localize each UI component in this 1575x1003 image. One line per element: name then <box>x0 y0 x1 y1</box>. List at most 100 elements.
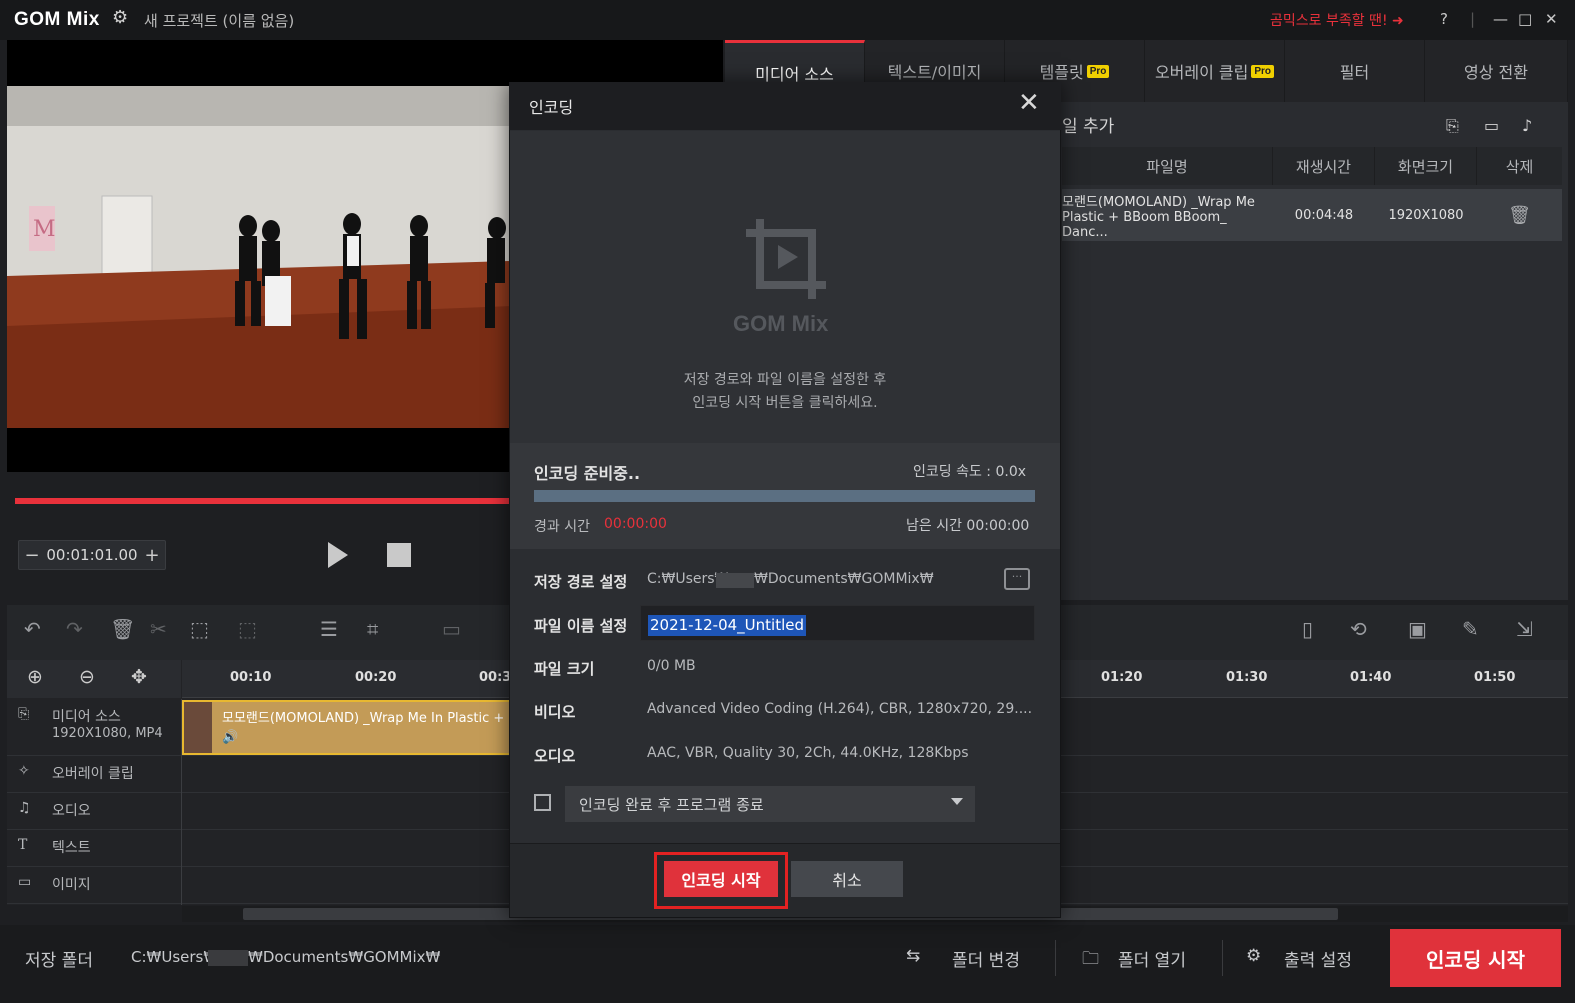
timeline-clip[interactable]: 모모랜드(MOMOLAND) _Wrap Me In Plastic + 🔊 <box>182 700 512 755</box>
tab-label: 영상 전환 <box>1464 63 1528 82</box>
exit-after-checkbox[interactable] <box>534 794 551 811</box>
minimize-button[interactable]: — <box>1493 10 1508 28</box>
edit-icon[interactable]: ✎ <box>1462 617 1479 641</box>
after-action-value: 인코딩 완료 후 프로그램 종료 <box>579 795 764 814</box>
folder-icon[interactable]: 🗀 <box>1082 946 1099 975</box>
filename-value[interactable]: 2021-12-04_Untitled <box>648 615 807 636</box>
filesize-value: 0/0 MB <box>647 658 696 674</box>
track-label: 오디오 <box>52 803 91 819</box>
row-filename-line2: Plastic + BBoom BBoom_ Danc... <box>1062 209 1227 240</box>
divider <box>1222 940 1223 976</box>
image-icon: ▭ <box>18 874 32 890</box>
time-stepper[interactable]: − 00:01:01.00 + <box>18 540 166 570</box>
tick-label: 00:3 <box>479 670 512 685</box>
after-action-dropdown[interactable]: 인코딩 완료 후 프로그램 종료 <box>565 786 975 822</box>
folder-browse-icon[interactable]: ··· <box>1004 568 1030 590</box>
move-icon[interactable]: ✥ <box>131 666 147 688</box>
start-encoding-button[interactable]: 인코딩 시작 <box>664 861 778 897</box>
col-filename[interactable]: 파일명 <box>1062 147 1273 185</box>
folder-change-icon[interactable]: ⇆ <box>906 946 920 966</box>
row-resolution: 1920X1080 <box>1388 207 1464 223</box>
time-plus-button[interactable]: + <box>139 545 165 566</box>
change-folder-button[interactable]: 폴더 변경 <box>952 946 1020 971</box>
add-file-label[interactable]: 일 추가 <box>1062 112 1114 137</box>
zoom-in-icon[interactable]: ⊕ <box>27 666 43 688</box>
trash-icon[interactable]: 🗑 <box>1477 189 1562 241</box>
divider: | <box>1470 10 1476 28</box>
text-icon: T <box>18 837 28 853</box>
path-suffix: ₩Documents₩GOMMix₩ <box>754 571 934 587</box>
svg-text:M: M <box>33 217 56 242</box>
gear-icon[interactable]: ⚙ <box>112 8 132 28</box>
tick-label: 00:10 <box>230 670 272 685</box>
export-icon[interactable]: ⇲ <box>1516 617 1533 641</box>
elapsed-label: 경과 시간 <box>534 519 590 535</box>
promo-link[interactable]: 곰믹스로 부족할 땐! ➜ <box>1270 10 1404 30</box>
redacted-username <box>716 573 754 588</box>
image-icon[interactable]: ▭ <box>442 617 461 641</box>
redo-icon[interactable]: ↷ <box>66 617 83 641</box>
open-folder-button[interactable]: 폴더 열기 <box>1118 946 1186 971</box>
time-minus-button[interactable]: − <box>19 545 45 566</box>
tick-label: 01:30 <box>1226 670 1268 685</box>
maximize-button[interactable]: □ <box>1518 10 1532 28</box>
music-add-icon[interactable]: ♪ <box>1522 116 1532 135</box>
tick-label: 01:40 <box>1350 670 1392 685</box>
tab-label: 템플릿 <box>1039 63 1084 82</box>
play-icon[interactable] <box>328 542 348 568</box>
save-icon[interactable]: ▣ <box>1408 617 1427 641</box>
output-settings-button[interactable]: 출력 설정 <box>1284 946 1352 971</box>
track-sublabel: 1920X1080, MP4 <box>52 726 163 741</box>
track-label: 미디어 소스 <box>52 709 121 725</box>
new-project-icon[interactable]: ▯ <box>1302 617 1313 641</box>
cut-icon[interactable]: ✂ <box>150 617 167 641</box>
settings-icon[interactable]: ⚙ <box>1246 946 1261 966</box>
tab-label: 텍스트/이미지 <box>887 63 982 82</box>
stop-icon[interactable] <box>387 543 411 567</box>
video-value: Advanced Video Coding (H.264), CBR, 1280… <box>647 701 1033 717</box>
col-resolution[interactable]: 화면크기 <box>1375 147 1477 185</box>
undo-icon[interactable]: ↶ <box>24 617 41 641</box>
close-button[interactable]: ✕ <box>1545 10 1558 28</box>
video-add-icon[interactable]: ⎘ <box>1446 116 1459 136</box>
tick-label: 01:20 <box>1101 670 1143 685</box>
col-duration[interactable]: 재생시간 <box>1273 147 1375 185</box>
save-path-suffix: ₩Documents₩GOMMix₩ <box>248 948 441 966</box>
path-label: 저장 경로 설정 <box>534 573 628 591</box>
speaker-icon: 🔊 <box>222 730 239 745</box>
clip-label: 모모랜드(MOMOLAND) _Wrap Me In Plastic + <box>222 711 505 726</box>
seek-bar[interactable] <box>15 498 510 504</box>
tab-overlay-clip[interactable]: 오버레이 클립 Pro <box>1145 40 1285 102</box>
track-label: 오버레이 클립 <box>52 766 134 782</box>
magic-icon: ✧ <box>18 763 30 779</box>
app-logo: GOM Mix <box>14 9 100 30</box>
track-label: 이미지 <box>52 877 91 893</box>
tab-label: 미디어 소스 <box>755 64 834 84</box>
clip-thumbnail <box>184 702 212 753</box>
save-folder-label: 저장 폴더 <box>25 951 93 971</box>
pro-badge: Pro <box>1086 64 1110 78</box>
load-project-icon[interactable]: ⟲ <box>1350 617 1367 641</box>
row-duration: 00:04:48 <box>1294 207 1354 223</box>
current-time: 00:01:01.00 <box>46 546 138 564</box>
filesize-label: 파일 크기 <box>534 660 595 678</box>
zoom-out-icon[interactable]: ⊖ <box>79 666 95 688</box>
filename-label: 파일 이름 설정 <box>534 617 628 635</box>
dialog-logo-text: GOM Mix <box>733 311 829 336</box>
delete-icon[interactable]: 🗑 <box>110 617 135 641</box>
deselect-icon[interactable]: ⬚ <box>238 617 257 641</box>
tab-transition[interactable]: 영상 전환 <box>1425 40 1568 102</box>
col-delete: 삭제 <box>1505 157 1534 176</box>
tab-filter[interactable]: 필터 <box>1285 40 1425 102</box>
tick-label: 01:50 <box>1474 670 1516 685</box>
adjust-icon[interactable]: ☰ <box>320 617 338 641</box>
help-button[interactable]: ? <box>1440 10 1448 28</box>
crop-icon[interactable]: ⌗ <box>367 617 378 641</box>
overlay-add-icon[interactable]: ▭ <box>1484 116 1499 135</box>
table-row[interactable]: 모랜드(MOMOLAND) _Wrap Me Plastic + BBoom B… <box>1062 189 1562 241</box>
select-icon[interactable]: ⬚ <box>190 617 209 641</box>
start-encoding-main-button[interactable]: 인코딩 시작 <box>1390 929 1561 987</box>
cancel-button[interactable]: 취소 <box>791 861 903 897</box>
close-icon[interactable]: ✕ <box>1018 88 1040 118</box>
encoding-status: 인코딩 준비중.. <box>534 464 641 483</box>
